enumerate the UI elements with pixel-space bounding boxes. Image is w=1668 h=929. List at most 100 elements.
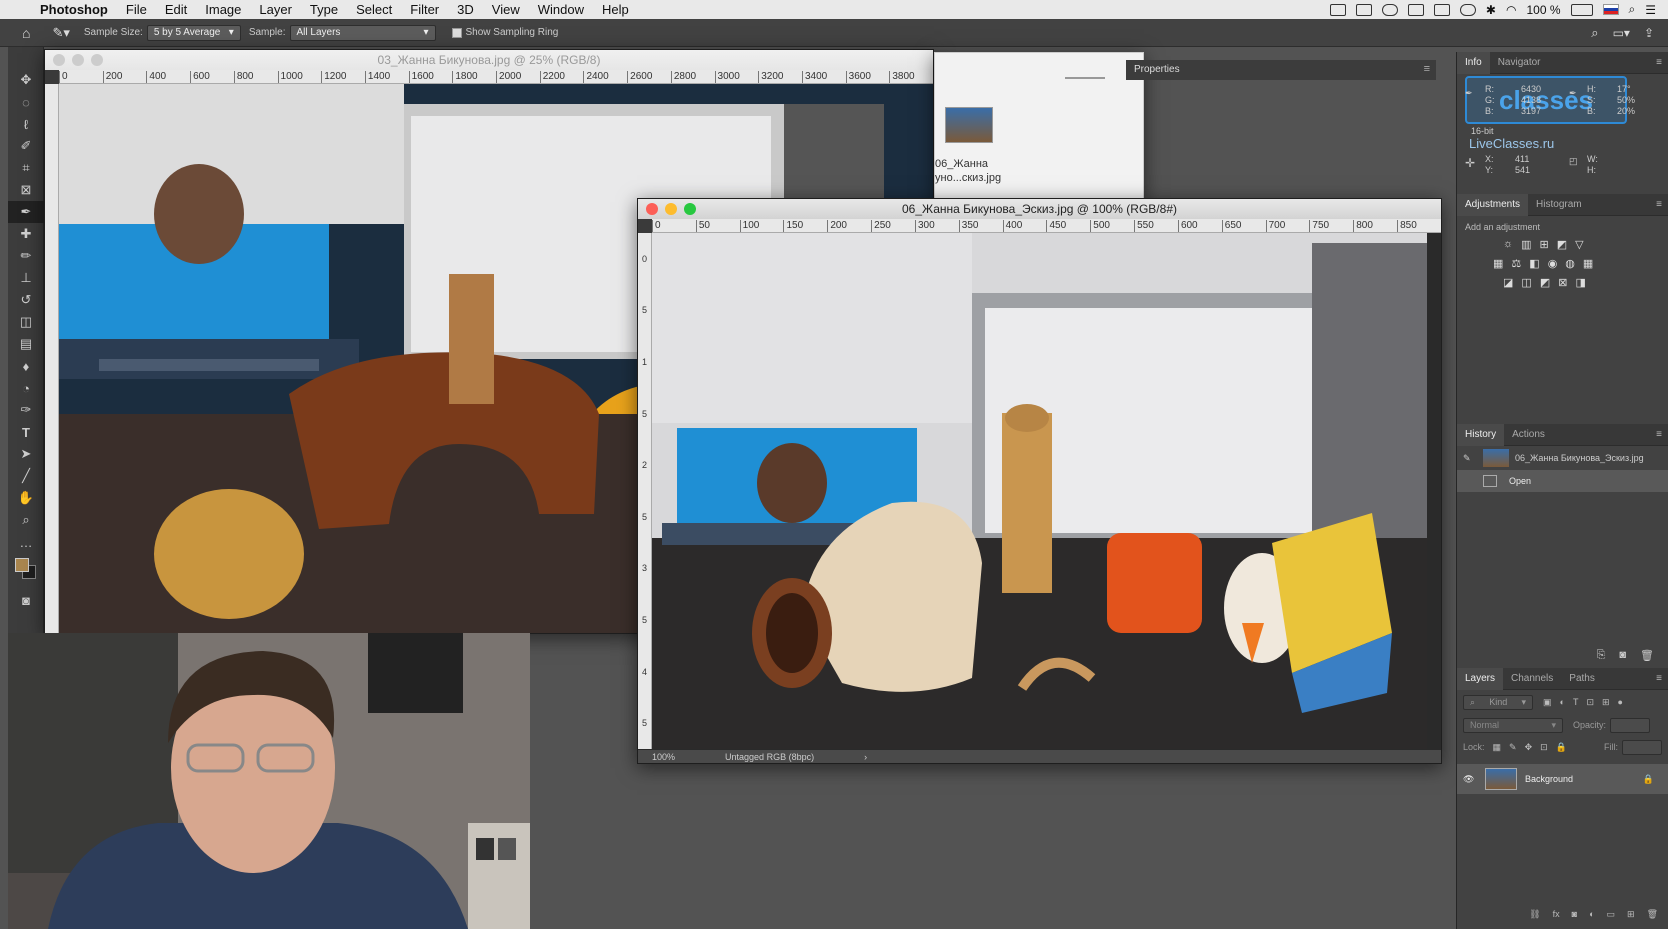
trash-icon[interactable]: 🗑 [1647, 909, 1658, 920]
menu-3d[interactable]: 3D [457, 2, 474, 17]
lock-all-icon[interactable]: 🔒 [1556, 742, 1567, 753]
sample-select[interactable]: All Layers ▾ [289, 24, 436, 41]
filter-shape-icon[interactable]: ⊡ [1586, 697, 1594, 708]
brush-tool-icon[interactable]: ✏ [8, 245, 44, 267]
tab-actions[interactable]: Actions [1504, 424, 1553, 446]
document-front-titlebar[interactable]: 06_Жанна Бикунова_Эскиз.jpg @ 100% (RGB/… [638, 199, 1441, 219]
document-front-canvas[interactable] [652, 233, 1441, 749]
zoom-tool-icon[interactable]: ⌕ [8, 509, 44, 531]
camera-icon[interactable]: ◙ [1619, 649, 1626, 662]
filter-smart-object-icon[interactable]: ⊞ [1602, 697, 1610, 708]
levels-icon[interactable]: ▥ [1521, 238, 1531, 251]
path-select-tool-icon[interactable]: ➤ [8, 443, 44, 465]
lock-artboard-icon[interactable]: ⊡ [1540, 742, 1548, 753]
tab-adjustments[interactable]: Adjustments [1457, 193, 1529, 216]
fill-field[interactable] [1622, 739, 1662, 755]
zoom-button[interactable] [91, 54, 103, 66]
app-status-icon[interactable] [1433, 3, 1450, 16]
zoom-level[interactable]: 100% [652, 752, 675, 762]
menu-edit[interactable]: Edit [165, 2, 187, 17]
marquee-tool-icon[interactable]: ◌ [8, 91, 44, 113]
eyedropper-tool-icon[interactable]: ✒ [8, 201, 44, 223]
dodge-tool-icon[interactable]: ◔ [8, 377, 44, 399]
home-icon[interactable]: ⌂ [22, 25, 30, 41]
properties-tab[interactable]: Properties [1134, 60, 1180, 80]
new-layer-icon[interactable]: ⊞ [1627, 909, 1635, 920]
share-icon[interactable]: ⇪ [1644, 26, 1654, 40]
screen-icon[interactable] [1355, 3, 1372, 16]
layer-style-icon[interactable]: fx [1553, 909, 1560, 920]
invert-icon[interactable]: ◪ [1503, 276, 1513, 289]
tab-layers[interactable]: Layers [1457, 667, 1504, 690]
foreground-color-swatch[interactable] [15, 558, 29, 572]
hue-saturation-icon[interactable]: ▦ [1493, 257, 1503, 270]
filter-toggle-icon[interactable]: ● [1618, 697, 1623, 708]
crop-tool-icon[interactable]: ⌗ [8, 157, 44, 179]
line-tool-icon[interactable]: ╱ [8, 465, 44, 487]
dropbox-icon[interactable] [1407, 3, 1424, 16]
chevron-right-icon[interactable]: › [864, 752, 867, 762]
workspace-icon[interactable]: ▭▾ [1613, 26, 1630, 40]
pen-tool-icon[interactable]: ✑ [8, 399, 44, 421]
tab-paths[interactable]: Paths [1561, 668, 1603, 690]
panel-menu-icon[interactable]: ≡ [1656, 673, 1668, 684]
opacity-field[interactable] [1610, 717, 1651, 733]
quick-select-tool-icon[interactable]: ✐ [8, 135, 44, 157]
channel-mixer-icon[interactable]: ◍ [1565, 257, 1575, 270]
new-document-from-state-icon[interactable]: ⎘ [1597, 649, 1606, 662]
wifi-icon[interactable]: ◠ [1506, 3, 1516, 17]
more-tools-icon[interactable]: … [8, 531, 44, 553]
creative-cloud-icon[interactable] [1459, 3, 1476, 16]
gradient-map-icon[interactable]: ◨ [1575, 276, 1585, 289]
move-tool-icon[interactable]: ✥ [8, 69, 44, 91]
menu-image[interactable]: Image [205, 2, 241, 17]
eyedropper-preset-icon[interactable]: ✎▾ [52, 25, 69, 41]
color-lookup-icon[interactable]: ▦ [1583, 257, 1593, 270]
filter-adjustment-icon[interactable]: ◐ [1560, 697, 1565, 708]
lock-transparency-icon[interactable]: ▦ [1493, 742, 1502, 753]
gradient-tool-icon[interactable]: ▤ [8, 333, 44, 355]
panel-menu-icon[interactable]: ≡ [1656, 57, 1668, 68]
frame-tool-icon[interactable]: ⊠ [8, 179, 44, 201]
search-icon[interactable]: ⌕ [1591, 25, 1598, 41]
history-brush-source-icon[interactable]: ✎ [1463, 453, 1477, 464]
blend-mode-select[interactable]: Normal ▾ [1463, 717, 1563, 733]
search-icon[interactable]: ⌕ [1629, 2, 1636, 17]
hand-tool-icon[interactable]: ✋ [8, 487, 44, 509]
brightness-contrast-icon[interactable]: ☼ [1503, 238, 1513, 251]
adjustment-layer-icon[interactable]: ◐ [1589, 909, 1594, 920]
curves-icon[interactable]: ⊞ [1540, 238, 1549, 251]
menu-file[interactable]: File [126, 2, 147, 17]
type-tool-icon[interactable]: T [8, 421, 44, 443]
show-sampling-ring-checkbox[interactable] [451, 27, 462, 38]
exposure-icon[interactable]: ◩ [1557, 238, 1567, 251]
notification-center-icon[interactable]: ☰ [1645, 3, 1656, 17]
menu-filter[interactable]: Filter [410, 2, 439, 17]
minimize-button[interactable] [665, 203, 677, 215]
link-layers-icon[interactable]: ⛓ [1529, 909, 1540, 920]
layer-filter-kind-select[interactable]: ⌕ Kind ▾ [1463, 694, 1533, 710]
menu-type[interactable]: Type [310, 2, 338, 17]
history-brush-tool-icon[interactable]: ↺ [8, 289, 44, 311]
history-state-row[interactable]: Open [1457, 470, 1668, 492]
zoom-slider[interactable] [1065, 77, 1105, 79]
vibrance-icon[interactable]: ▽ [1575, 238, 1583, 251]
history-snapshot-row[interactable]: ✎ 06_Жанна Бикунова_Эскиз.jpg [1457, 446, 1668, 470]
close-button[interactable] [53, 54, 65, 66]
layer-mask-icon[interactable]: ◙ [1572, 909, 1577, 920]
filter-type-icon[interactable]: T [1573, 697, 1579, 708]
photo-filter-icon[interactable]: ◉ [1548, 257, 1558, 270]
healing-brush-tool-icon[interactable]: ✚ [8, 223, 44, 245]
lock-position-icon[interactable]: ✥ [1525, 742, 1533, 753]
menu-select[interactable]: Select [356, 2, 392, 17]
tab-history[interactable]: History [1457, 423, 1505, 446]
eye-icon[interactable]: 👁 [1463, 774, 1481, 785]
sample-size-select[interactable]: 5 by 5 Average ▾ [146, 24, 241, 41]
zoom-button[interactable] [684, 203, 696, 215]
panel-menu-icon[interactable]: ≡ [1656, 429, 1668, 440]
document-back-titlebar[interactable]: 03_Жанна Бикунова.jpg @ 25% (RGB/8) [45, 50, 933, 70]
eraser-tool-icon[interactable]: ◫ [8, 311, 44, 333]
menu-layer[interactable]: Layer [259, 2, 292, 17]
black-white-icon[interactable]: ◧ [1529, 257, 1539, 270]
quick-mask-icon[interactable]: ◙ [8, 589, 44, 611]
